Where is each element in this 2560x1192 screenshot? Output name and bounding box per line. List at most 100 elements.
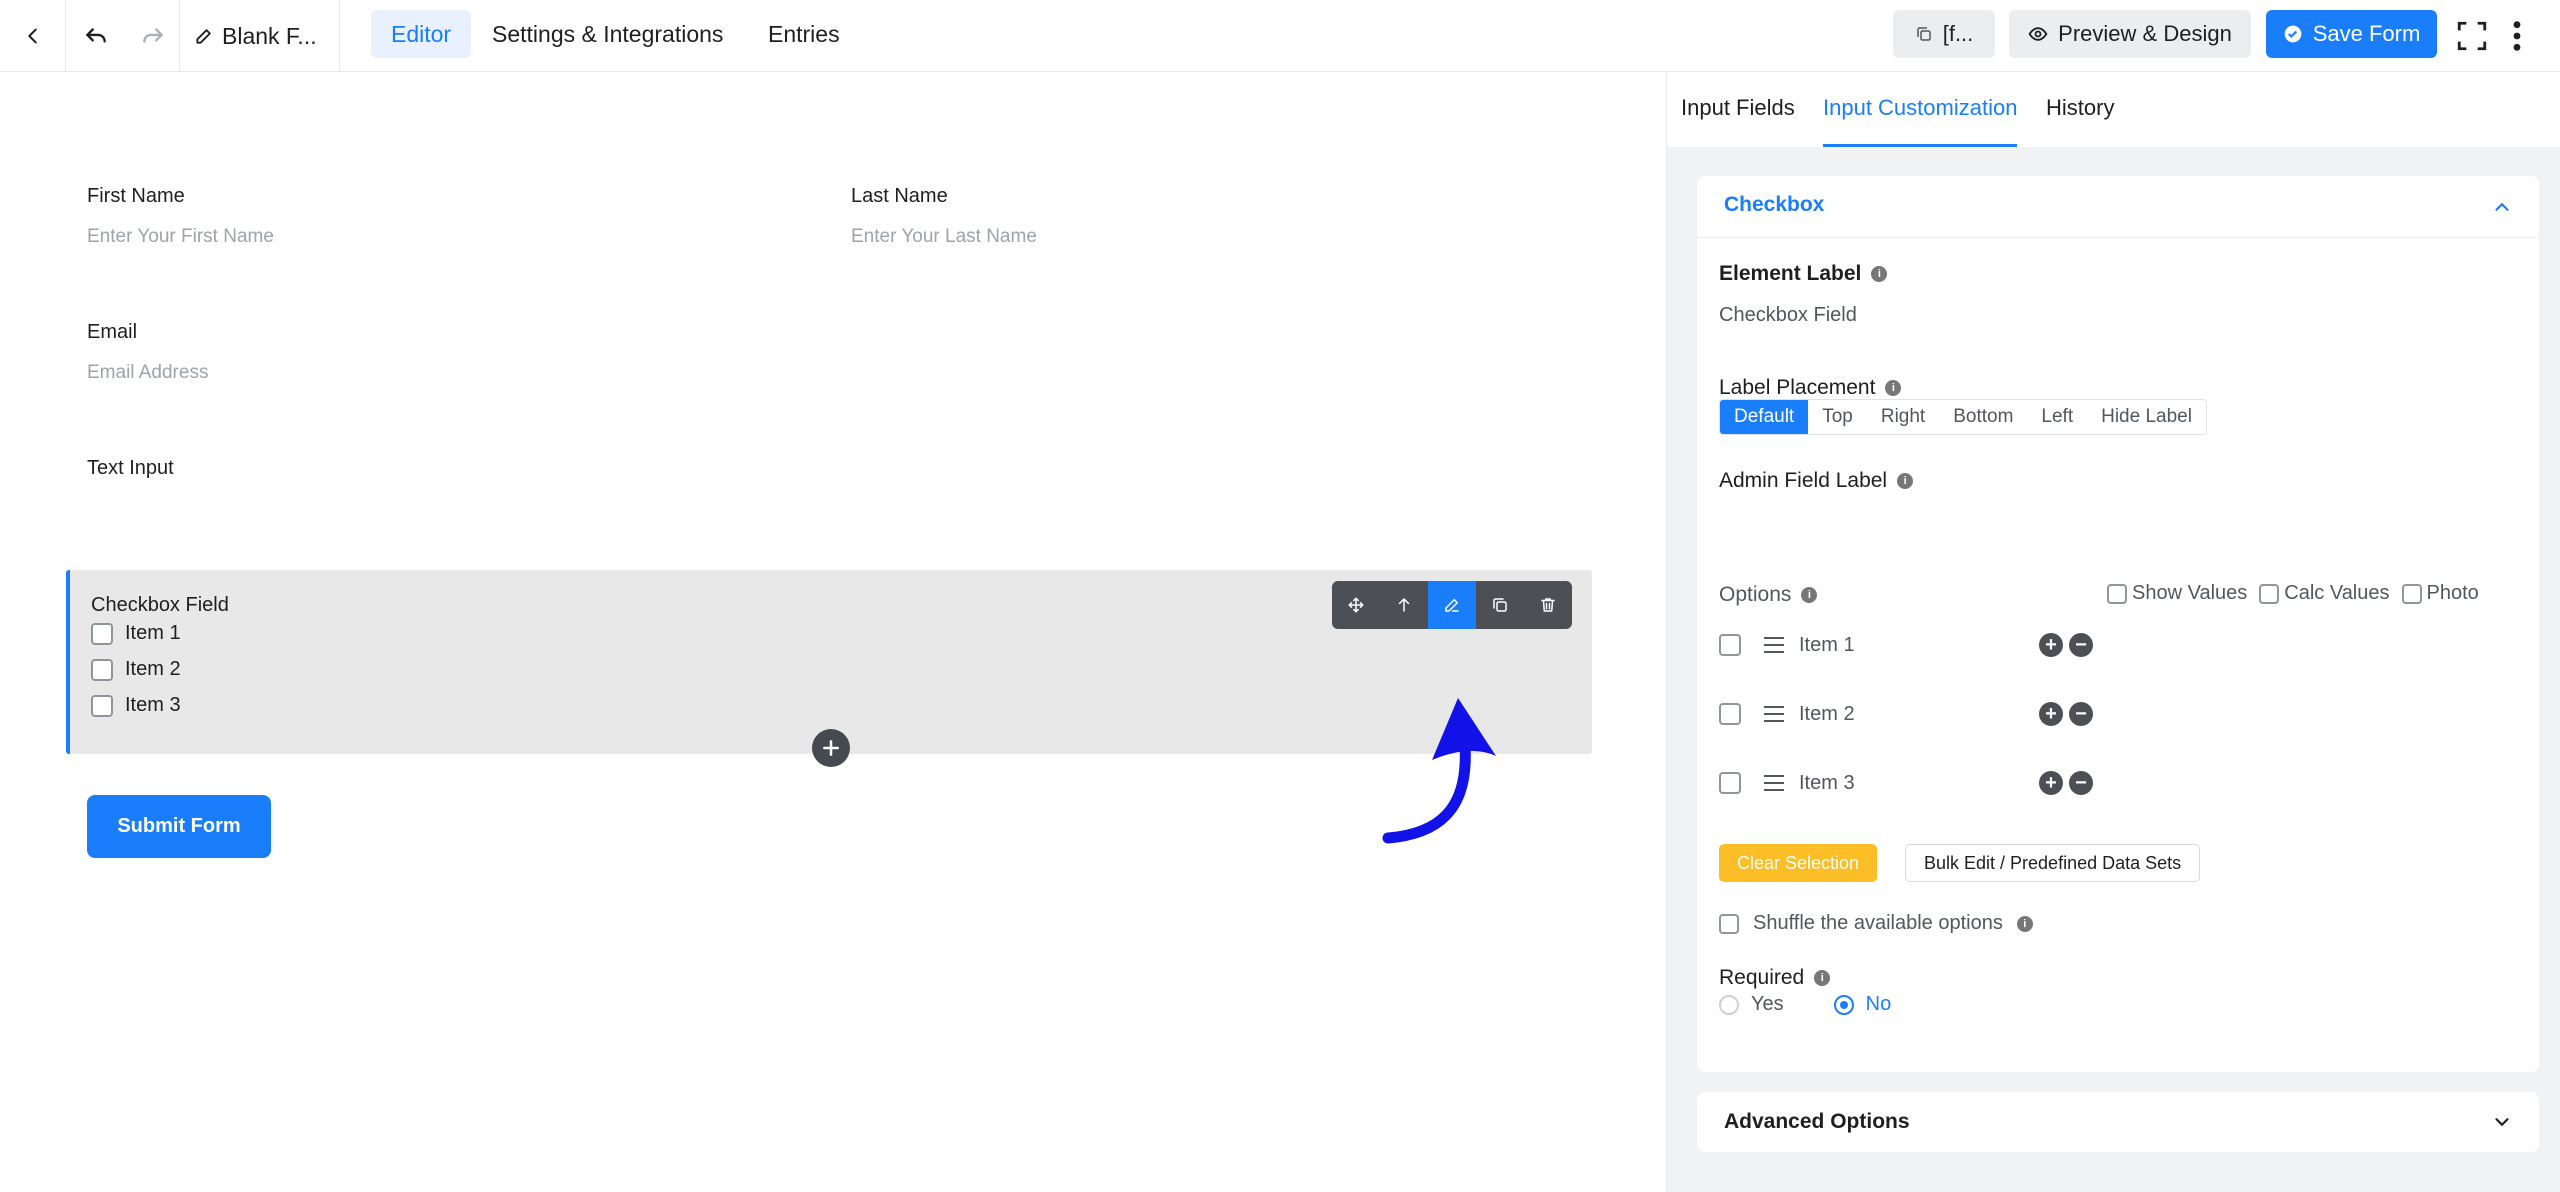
undo-button[interactable]	[66, 0, 126, 72]
options-toggles: Show Values Calc Values Photo	[2107, 582, 2479, 605]
add-field-button[interactable]	[812, 729, 850, 767]
radio-button[interactable]	[1719, 994, 1739, 1015]
add-option-button[interactable]: +	[2039, 633, 2063, 657]
checkbox-settings-card: Checkbox Element Label i Checkbox Field L…	[1697, 176, 2539, 1072]
add-option-button[interactable]: +	[2039, 702, 2063, 726]
shuffle-checkbox[interactable]	[1719, 913, 1739, 934]
drag-handle-icon[interactable]	[1763, 635, 1785, 655]
checkbox[interactable]	[2401, 583, 2422, 604]
option-label-input[interactable]: Item 3	[1799, 772, 2039, 795]
checkbox-item-3[interactable]: Item 3	[91, 694, 181, 717]
checkbox-item-2[interactable]: Item 2	[91, 658, 181, 681]
check-circle-icon	[2284, 25, 2302, 43]
option-row-2: Item 2 + −	[1719, 694, 2093, 734]
checkbox-box[interactable]	[91, 622, 113, 645]
checkbox-item-label: Item 1	[125, 622, 181, 644]
admin-label-title-text: Admin Field Label	[1719, 469, 1888, 492]
back-button[interactable]	[0, 0, 66, 72]
form-title[interactable]: Blank F...	[180, 0, 340, 72]
placement-bottom[interactable]: Bottom	[1939, 400, 2027, 434]
placement-left[interactable]: Left	[2027, 400, 2087, 434]
checkbox-item-label: Item 3	[125, 694, 181, 716]
checkbox[interactable]	[2107, 583, 2127, 604]
settings-panel: Input Fields Input Customization History…	[1666, 73, 2560, 1192]
duplicate-field-button[interactable]	[1476, 581, 1524, 629]
checkbox-item-1[interactable]: Item 1	[91, 622, 181, 645]
option-label-input[interactable]: Item 2	[1799, 703, 2039, 726]
placement-right[interactable]: Right	[1867, 400, 1939, 434]
photo-label: Photo	[2426, 582, 2479, 604]
tab-input-customization[interactable]: Input Customization	[1823, 95, 2018, 147]
checkbox-box[interactable]	[91, 694, 113, 717]
edit-field-button[interactable]	[1428, 581, 1476, 629]
move-up-button[interactable]	[1380, 581, 1428, 629]
required-radio-group: Yes No	[1719, 993, 1891, 1016]
required-title-text: Required	[1719, 966, 1805, 989]
info-icon: i	[1814, 970, 1831, 987]
shortcode-button[interactable]: [f...	[1893, 10, 1995, 58]
tab-history[interactable]: History	[2046, 95, 2114, 147]
element-label-title: Element Label i	[1719, 262, 1888, 286]
advanced-options-card[interactable]: Advanced Options	[1697, 1092, 2539, 1152]
required-yes-option[interactable]: Yes	[1719, 993, 1784, 1016]
calc-values-toggle[interactable]: Calc Values	[2259, 582, 2390, 605]
tab-input-fields[interactable]: Input Fields	[1681, 95, 1795, 147]
form-title-text: Blank F...	[222, 22, 317, 49]
clear-selection-button[interactable]: Clear Selection	[1719, 844, 1878, 882]
vertical-dots-icon	[2513, 21, 2521, 51]
shuffle-options-row[interactable]: Shuffle the available options i	[1719, 912, 2033, 935]
checkbox-box[interactable]	[91, 658, 113, 681]
placement-default[interactable]: Default	[1720, 400, 1809, 434]
top-bar: Blank F... Editor Settings & Integration…	[0, 0, 2560, 72]
checkbox-section-header[interactable]: Checkbox	[1697, 176, 2539, 238]
tab-entries[interactable]: Entries	[748, 10, 860, 58]
submit-form-button[interactable]: Submit Form	[87, 795, 271, 858]
info-icon: i	[2016, 915, 2033, 932]
option-default-checkbox[interactable]	[1719, 703, 1741, 725]
move-button[interactable]	[1332, 581, 1380, 629]
advanced-options-title: Advanced Options	[1724, 1110, 1910, 1133]
form-canvas: First Name Enter Your First Name Last Na…	[0, 73, 1666, 1192]
save-form-button[interactable]: Save Form	[2266, 10, 2437, 58]
fullscreen-icon	[2457, 21, 2487, 51]
email-input[interactable]: Email Address	[87, 362, 208, 384]
text-input-field[interactable]	[87, 493, 1567, 543]
fullscreen-button[interactable]	[2452, 16, 2492, 56]
preview-design-button[interactable]: Preview & Design	[2009, 10, 2251, 58]
undo-icon	[86, 28, 106, 43]
placement-hide-label[interactable]: Hide Label	[2087, 400, 2206, 434]
required-no-option[interactable]: No	[1833, 993, 1891, 1016]
tab-settings-integrations[interactable]: Settings & Integrations	[472, 10, 743, 58]
remove-option-button[interactable]: −	[2069, 771, 2093, 795]
remove-option-button[interactable]: −	[2069, 633, 2093, 657]
add-option-button[interactable]: +	[2039, 771, 2063, 795]
admin-field-label-input[interactable]	[1719, 506, 2509, 550]
option-default-checkbox[interactable]	[1719, 634, 1741, 656]
photo-toggle[interactable]: Photo	[2401, 582, 2479, 605]
redo-button[interactable]	[126, 0, 180, 72]
drag-handle-icon[interactable]	[1763, 704, 1785, 724]
options-title-text: Options	[1719, 583, 1792, 606]
more-options-button[interactable]	[2502, 16, 2532, 56]
placement-top[interactable]: Top	[1808, 400, 1867, 434]
option-default-checkbox[interactable]	[1719, 772, 1741, 794]
delete-field-button[interactable]	[1524, 581, 1572, 629]
shuffle-label: Shuffle the available options	[1753, 912, 2003, 934]
calc-values-label: Calc Values	[2284, 582, 2390, 604]
option-label-input[interactable]: Item 1	[1799, 634, 2039, 657]
annotation-arrow-icon	[1382, 698, 1496, 844]
chevron-down-icon	[2495, 1118, 2509, 1127]
radio-button[interactable]	[1833, 994, 1854, 1015]
chevron-left-icon	[27, 28, 37, 44]
last-name-input[interactable]: Enter Your Last Name	[851, 226, 1037, 248]
bulk-edit-button[interactable]: Bulk Edit / Predefined Data Sets	[1905, 844, 2201, 882]
first-name-input[interactable]: Enter Your First Name	[87, 226, 274, 248]
remove-option-button[interactable]: −	[2069, 702, 2093, 726]
first-name-label: First Name	[87, 185, 185, 207]
tab-editor[interactable]: Editor	[371, 10, 472, 58]
show-values-toggle[interactable]: Show Values	[2107, 582, 2247, 605]
option-row-1: Item 1 + −	[1719, 625, 2093, 665]
checkbox[interactable]	[2259, 583, 2280, 604]
drag-handle-icon[interactable]	[1763, 773, 1785, 793]
element-label-input[interactable]: Checkbox Field	[1719, 304, 1857, 327]
